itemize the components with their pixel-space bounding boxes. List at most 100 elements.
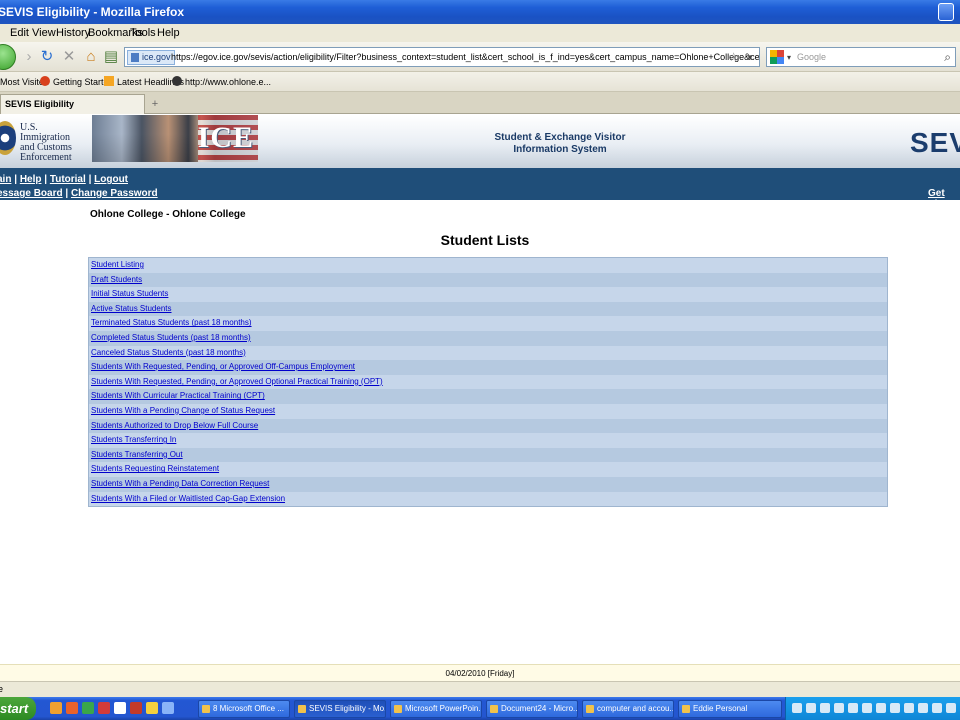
tray-icon[interactable]: [848, 703, 858, 713]
menu-view[interactable]: View: [32, 24, 56, 42]
ice-logo-text: ICE: [197, 121, 254, 154]
tray-icon[interactable]: [946, 703, 956, 713]
nav-main-link[interactable]: ain: [0, 174, 11, 185]
sevis-banner: U.S. Immigration and Customs Enforcement…: [0, 115, 960, 168]
window-control-button[interactable]: [938, 3, 954, 21]
history-dropdown-icon[interactable]: ▼: [746, 48, 754, 66]
quicklaunch-icon[interactable]: [162, 702, 174, 714]
taskbar-window-button[interactable]: Document24 - Micro...: [486, 700, 578, 718]
student-list-row: Students Transferring Out: [89, 447, 887, 463]
tray-icon[interactable]: [890, 703, 900, 713]
student-list-link[interactable]: Students Transferring In: [91, 435, 176, 444]
student-list-row: Draft Students: [89, 272, 887, 288]
student-list-link[interactable]: Students Transferring Out: [91, 450, 183, 459]
tray-icon[interactable]: [834, 703, 844, 713]
search-icon[interactable]: ⌕: [944, 48, 951, 66]
student-list-link[interactable]: Completed Status Students (past 18 month…: [91, 333, 251, 342]
nav-tutorial-link[interactable]: Tutorial: [50, 174, 86, 185]
tray-icon[interactable]: [806, 703, 816, 713]
taskbar-window-button[interactable]: computer and accou...: [582, 700, 674, 718]
dhs-seal-icon: [0, 121, 16, 155]
forward-icon[interactable]: ›: [20, 48, 38, 66]
student-list-row: Students With Requested, Pending, or App…: [89, 374, 887, 390]
student-list-link[interactable]: Students With Requested, Pending, or App…: [91, 377, 383, 386]
windows-taskbar: start 8 Microsoft Office ... SEVIS Eligib…: [0, 697, 960, 720]
quicklaunch-icon[interactable]: [146, 702, 158, 714]
menu-bar: Edit View History Bookmarks Tools Help: [0, 24, 960, 42]
student-lists-table: Student Listing Draft Students Initial Sta…: [88, 257, 888, 508]
tray-icon[interactable]: [932, 703, 942, 713]
address-input[interactable]: https://egov.ice.gov/sevis/action/eligib…: [171, 48, 759, 66]
menu-tools[interactable]: Tools: [130, 24, 156, 42]
student-list-link[interactable]: Students Authorized to Drop Below Full C…: [91, 421, 258, 430]
tray-icon[interactable]: [820, 703, 830, 713]
student-list-link[interactable]: Draft Students: [91, 275, 142, 284]
stop-icon[interactable]: ✕: [60, 48, 78, 66]
nav-row-secondary: essage Board | Change Password: [0, 188, 158, 199]
menu-edit[interactable]: Edit: [10, 24, 29, 42]
ice-banner-photo: ICE: [92, 115, 258, 162]
tab-sevis-eligibility[interactable]: SEVIS Eligibility: [0, 94, 145, 114]
bookmark-getting-started[interactable]: Getting Started: [40, 72, 114, 92]
quicklaunch-icon[interactable]: [50, 702, 62, 714]
system-tray: [785, 697, 960, 720]
google-engine-icon[interactable]: [770, 50, 784, 64]
bookmark-star-icon[interactable]: ☆: [728, 48, 739, 66]
agency-name: U.S. Immigration and Customs Enforcement: [20, 122, 72, 163]
student-list-link[interactable]: Students With a Pending Data Correction …: [91, 479, 269, 488]
student-list-row: Students With a Pending Data Correction …: [89, 476, 887, 492]
tray-icon[interactable]: [904, 703, 914, 713]
home-icon[interactable]: ⌂: [82, 48, 100, 66]
student-list-row: Canceled Status Students (past 18 months…: [89, 345, 887, 361]
student-list-link[interactable]: Canceled Status Students (past 18 months…: [91, 348, 246, 357]
student-list-link[interactable]: Terminated Status Students (past 18 mont…: [91, 318, 252, 327]
quicklaunch-icon[interactable]: [114, 702, 126, 714]
quicklaunch-icon[interactable]: [82, 702, 94, 714]
quicklaunch-icon[interactable]: [66, 702, 78, 714]
student-list-link[interactable]: Student Listing: [91, 260, 144, 269]
window-title: SEVIS Eligibility - Mozilla Firefox: [0, 5, 185, 19]
menu-help[interactable]: Help: [157, 24, 180, 42]
nav-logout-link[interactable]: Logout: [94, 174, 128, 185]
student-list-link[interactable]: Students With Requested, Pending, or App…: [91, 362, 355, 371]
student-list-link[interactable]: Students With a Filed or Waitlisted Cap-…: [91, 494, 285, 503]
status-text: e: [0, 684, 4, 694]
nav-change-password-link[interactable]: Change Password: [71, 188, 158, 199]
search-input[interactable]: Google: [797, 48, 826, 67]
taskbar-window-button[interactable]: Eddie Personal: [678, 700, 782, 718]
bookmark-ohlone[interactable]: http://www.ohlone.e...: [172, 72, 271, 92]
get-plugins-link[interactable]: Get Plu: [928, 188, 960, 210]
tray-icon[interactable]: [876, 703, 886, 713]
search-box[interactable]: ▾ Google ⌕: [766, 47, 956, 67]
taskbar-window-button[interactable]: 8 Microsoft Office ...: [198, 700, 290, 718]
new-tab-button[interactable]: +: [146, 96, 164, 113]
quicklaunch-icon[interactable]: [130, 702, 142, 714]
student-list-row: Terminated Status Students (past 18 mont…: [89, 316, 887, 331]
student-list-link[interactable]: Students With a Pending Change of Status…: [91, 406, 275, 415]
student-list-row: Students With a Pending Change of Status…: [89, 403, 887, 419]
back-button[interactable]: [0, 44, 16, 70]
reload-icon[interactable]: ↻: [38, 48, 56, 66]
add-bookmark-icon[interactable]: ▤: [102, 48, 120, 66]
menu-history[interactable]: History: [56, 24, 90, 42]
tray-icon[interactable]: [862, 703, 872, 713]
student-list-link[interactable]: Initial Status Students: [91, 289, 168, 298]
taskbar-window-button[interactable]: SEVIS Eligibility - Mo...: [294, 700, 386, 718]
quicklaunch-icon[interactable]: [98, 702, 110, 714]
student-list-row: Students With Requested, Pending, or App…: [89, 360, 887, 375]
tray-icon[interactable]: [918, 703, 928, 713]
page-footer-date: 04/02/2010 [Friday]: [0, 664, 960, 681]
address-bar[interactable]: ice.gov https://egov.ice.gov/sevis/actio…: [124, 47, 760, 67]
student-list-row: Students With Curricular Practical Train…: [89, 389, 887, 404]
nav-message-board-link[interactable]: essage Board: [0, 188, 63, 199]
site-identity-badge[interactable]: ice.gov: [127, 50, 175, 65]
taskbar-window-button[interactable]: Microsoft PowerPoin...: [390, 700, 482, 718]
start-button[interactable]: start: [0, 697, 36, 720]
bookmark-latest-headlines[interactable]: Latest Headlines: [104, 72, 184, 92]
student-list-link[interactable]: Students With Curricular Practical Train…: [91, 391, 265, 400]
search-engine-dropdown-icon[interactable]: ▾: [787, 48, 791, 67]
student-list-link[interactable]: Students Requesting Reinstatement: [91, 464, 219, 473]
tray-icon[interactable]: [792, 703, 802, 713]
student-list-link[interactable]: Active Status Students: [91, 304, 172, 313]
nav-help-link[interactable]: Help: [20, 174, 42, 185]
